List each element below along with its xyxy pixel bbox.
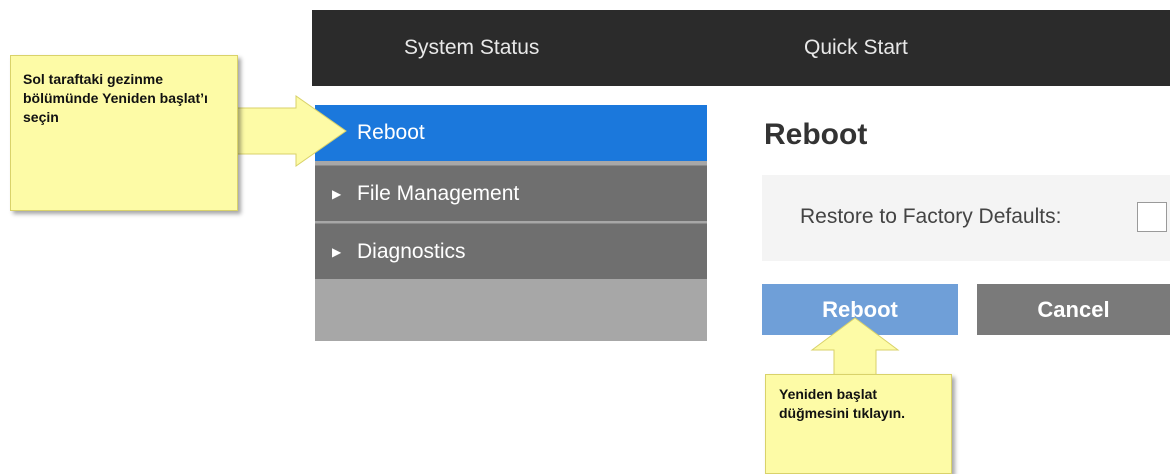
sidebar-item-label: Diagnostics [357, 240, 466, 263]
callout-sidebar-hint: Sol taraftaki gezinme bölümünde Yeniden … [10, 55, 238, 211]
sidebar-item-diagnostics[interactable]: ▶ Diagnostics [315, 223, 707, 279]
page-title: Reboot [764, 118, 868, 151]
restore-defaults-checkbox[interactable] [1137, 202, 1167, 232]
sidebar-item-label: Reboot [357, 121, 425, 144]
callout-arrow-right [235, 95, 347, 167]
cancel-button[interactable]: Cancel [977, 284, 1170, 335]
callout-sidebar-hint-text: Sol taraftaki gezinme bölümünde Yeniden … [23, 71, 208, 125]
caret-right-icon: ▶ [332, 187, 342, 201]
sidebar-item-label: File Management [357, 182, 520, 205]
nav-quick-start[interactable]: Quick Start [804, 10, 908, 86]
callout-button-hint-text: Yeniden başlat düğmesini tıklayın. [779, 386, 906, 421]
sidebar-item-file-management[interactable]: ▶ File Management [315, 165, 707, 221]
callout-arrow-up [810, 317, 900, 377]
restore-defaults-label: Restore to Factory Defaults: [800, 205, 1062, 228]
top-navigation-bar: System Status Quick Start [312, 10, 1170, 86]
callout-button-hint: Yeniden başlat düğmesini tıklayın. [765, 374, 952, 474]
caret-right-icon: ▶ [332, 245, 342, 259]
sidebar: Reboot ▶ File Management ▶ Diagnostics [315, 105, 707, 341]
sidebar-item-reboot[interactable]: Reboot [315, 105, 707, 161]
nav-system-status[interactable]: System Status [404, 10, 539, 86]
